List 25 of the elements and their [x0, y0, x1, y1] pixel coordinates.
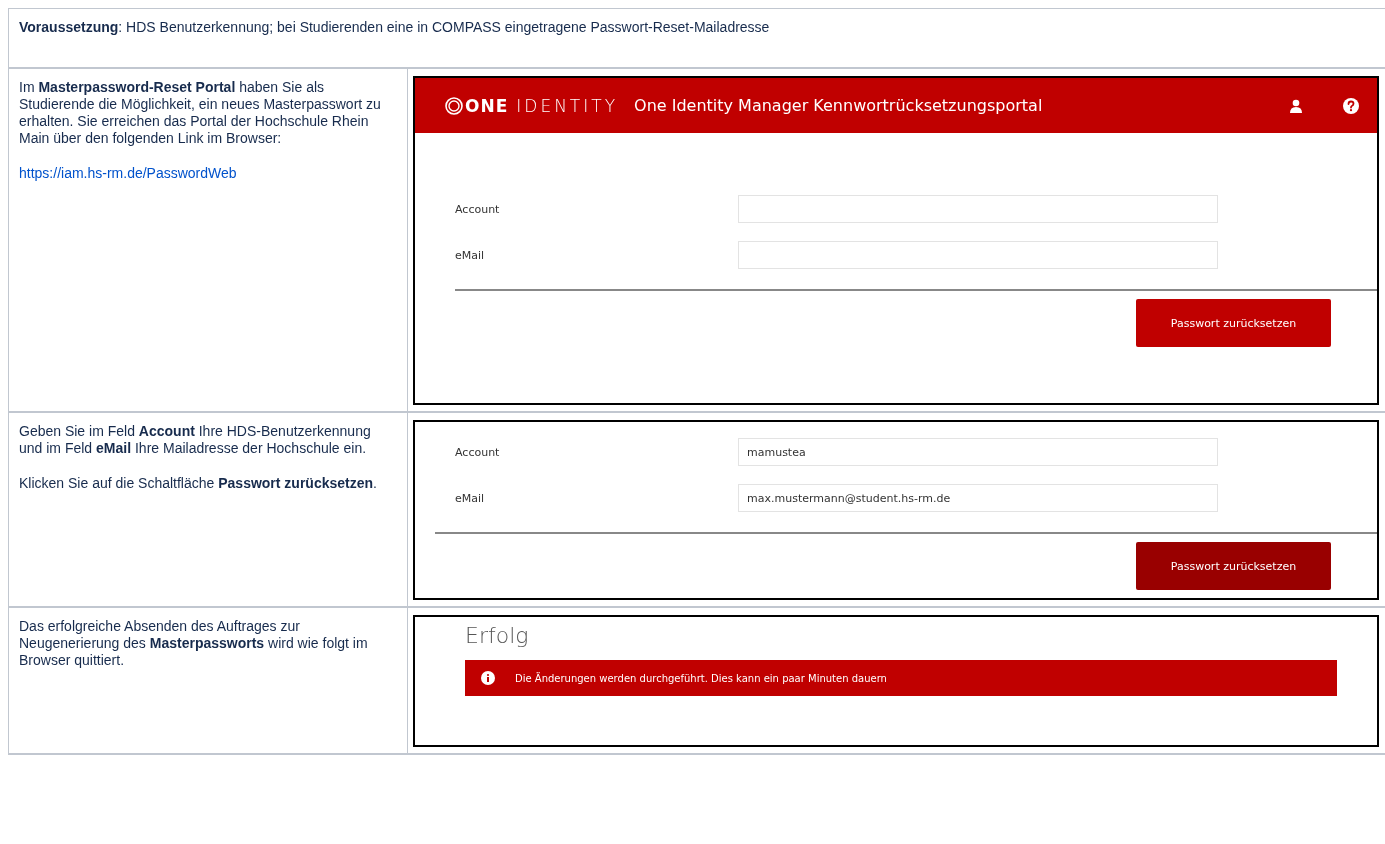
ring-logo-icon — [445, 96, 463, 115]
help-icon[interactable] — [1343, 97, 1359, 114]
success-title: Erfolg — [464, 622, 530, 648]
info-message: Die Änderungen werden durchgeführt. Dies kann ein paar Minuten dauern — [515, 672, 887, 684]
portal-title: One Identity Manager Kennwortrücksetzungsportal — [634, 96, 1044, 115]
input-field[interactable]: mamustea — [738, 438, 1218, 466]
instruction-text: Im Masterpassword-Reset Portal haben Sie als Studierende die Möglichkeit, ein neues Masterpasswort zu erhalten. Sie erreichen das Portal der Hochschule Rhein Main über den folgenden Link im Browser: — [19, 79, 382, 147]
instruction-text: Klicken Sie auf die Schaltfläche Passwort zurücksetzen. — [19, 475, 378, 492]
input-field[interactable] — [738, 241, 1218, 269]
info-icon — [481, 671, 495, 685]
prerequisite-text: Voraussetzung: HDS Benutzerkennung; bei Studierenden eine in COMPASS eingetragene Passwort-Reset-Mailadresse — [19, 19, 771, 36]
instruction-text: Das erfolgreiche Absenden des Auftrages zur Neugenerierung des Masterpassworts wird wie folgt im Browser quittiert. — [19, 618, 369, 669]
instruction-text: Geben Sie im Feld Account Ihre HDS-Benutzerkennung und im Feld eMail Ihre Mailadresse der Hochschule ein. — [19, 423, 372, 457]
logo-text: ONE — [465, 95, 509, 116]
reset-password-button[interactable]: Passwort zurücksetzen — [1136, 299, 1331, 347]
input-field[interactable]: max.mustermann@student.hs-rm.de — [738, 484, 1218, 512]
input-field[interactable] — [738, 195, 1218, 223]
logo-text: IDENTITY — [516, 95, 619, 116]
field-label: Account — [455, 202, 501, 216]
reset-password-button[interactable]: Passwort zurücksetzen — [1136, 542, 1331, 590]
field-label: eMail — [455, 491, 486, 505]
user-icon[interactable] — [1289, 98, 1303, 113]
field-label: Account — [455, 445, 501, 459]
portal-link[interactable]: https://iam.hs-rm.de/PasswordWeb — [19, 165, 237, 181]
field-label: eMail — [455, 248, 486, 262]
